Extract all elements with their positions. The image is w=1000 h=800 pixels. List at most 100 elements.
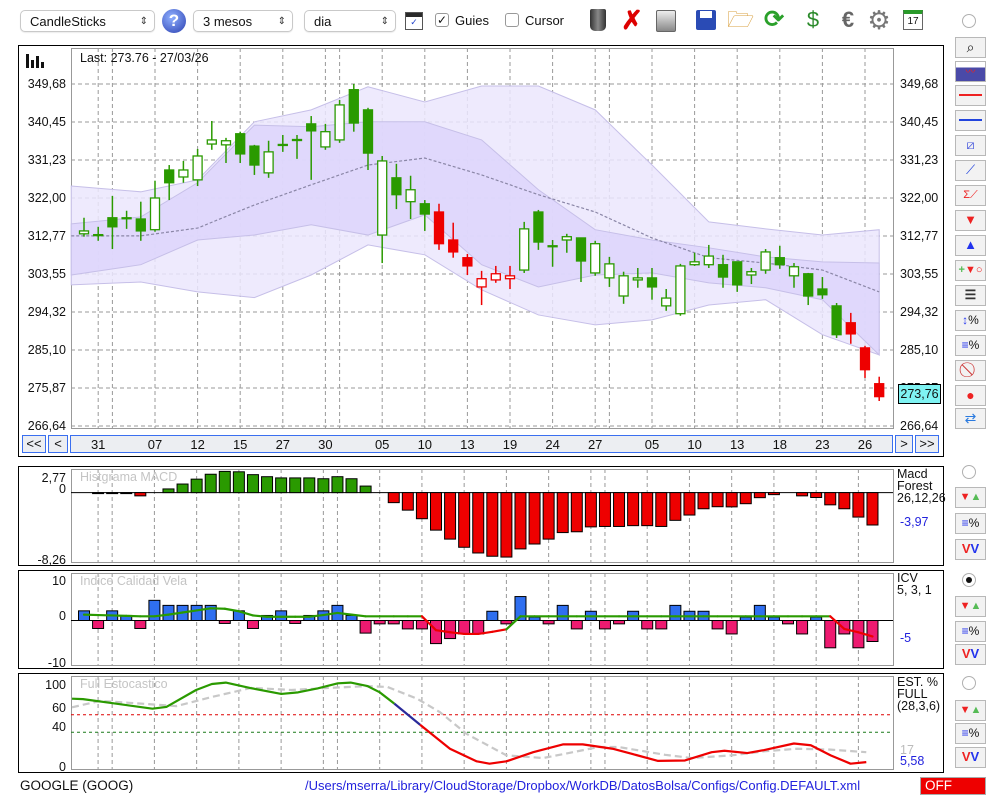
settings-gear-icon[interactable]: ⚙ <box>866 7 892 33</box>
y-axis-label-right: 340,45 <box>900 115 939 129</box>
y-axis-label-left: 275,87 <box>27 380 66 395</box>
sum-trendline-button[interactable]: Σ⟋ <box>955 185 986 206</box>
stochastic-plot-area[interactable] <box>71 676 894 770</box>
guies-label: Guies <box>455 13 489 28</box>
macd-radio[interactable] <box>962 465 976 479</box>
macd-y-zero: 0 <box>59 482 66 496</box>
icv-params: 5, 3, 1 <box>897 583 932 597</box>
calendar-icon[interactable]: 17 <box>900 7 926 33</box>
blue-line-icon <box>959 119 982 121</box>
stoch-y-40: 40 <box>52 720 66 734</box>
sync-button[interactable]: ⇄ <box>955 408 986 429</box>
stoch-legend: EST. % FULL (28,3,6) <box>897 676 940 713</box>
nav-last-button[interactable]: >> <box>915 435 939 453</box>
channel-button[interactable]: ⧄ <box>955 135 986 156</box>
stoch-last-value: 5,58 <box>900 754 925 768</box>
arrow-down-icon: ▼ <box>964 212 977 227</box>
y-axis-label-left: 349,68 <box>27 77 66 91</box>
v-curve-icon: VV <box>961 541 980 556</box>
date-label: 18 <box>772 437 788 452</box>
y-axis-label-right: 303,55 <box>900 266 939 281</box>
config-path-link[interactable]: /Users/mserra/Library/CloudStorage/Dropb… <box>305 778 860 793</box>
down-up-arrows-icon: ▼▲ <box>959 704 982 716</box>
stochastic-radio[interactable] <box>962 676 976 690</box>
macd-last-value: -3,97 <box>900 515 929 529</box>
macd-title: Histgrama MACD <box>80 470 178 484</box>
record-button[interactable]: ● <box>955 385 986 406</box>
v-curve-icon: VV <box>961 646 980 661</box>
date-label: 31 <box>90 437 106 452</box>
last-price-label: Last: 273.76 - 27/03/26 <box>80 51 209 65</box>
icv-lines-percent-button[interactable]: ≡% <box>955 621 986 642</box>
date-label: 05 <box>374 437 390 452</box>
date-label: 15 <box>232 437 248 452</box>
icv-y-min: -10 <box>47 656 66 670</box>
icv-legend: ICV 5, 3, 1 <box>897 572 932 597</box>
chart-window-icon[interactable]: ✓ <box>405 12 423 30</box>
stoch-y-0: 0 <box>59 760 66 774</box>
y-axis-label-right: 331,23 <box>900 152 939 167</box>
open-folder-icon[interactable]: 🗁 <box>727 7 754 33</box>
y-axis-label-left: 303,55 <box>27 266 66 281</box>
help-icon[interactable]: ? <box>162 9 186 33</box>
stochastic-title: Full Estocastico <box>80 677 168 691</box>
y-axis-label-right: 322,00 <box>900 190 939 205</box>
icv-curve-button[interactable]: VV <box>955 644 986 665</box>
stoch-lines-percent-button[interactable]: ≡% <box>955 723 986 744</box>
range-percent-icon: ↕% <box>962 313 979 327</box>
icv-plot-area[interactable] <box>71 573 894 666</box>
trash-icon[interactable] <box>585 7 611 33</box>
volume-chart-button[interactable]: 〰 <box>955 61 986 82</box>
down-up-arrows-icon: ▼▲ <box>959 491 982 503</box>
macd-plot-area[interactable] <box>71 469 894 563</box>
lines-percent-button[interactable]: ≡% <box>955 335 986 356</box>
stoch-signals-button[interactable]: ▼▲ <box>955 700 986 721</box>
main-chart-radio[interactable] <box>962 14 976 28</box>
chart-type-select[interactable]: CandleSticks ⇕ <box>20 10 155 32</box>
lines-percent-icon: ≡% <box>961 726 980 740</box>
date-label: 13 <box>729 437 745 452</box>
sync-icon: ⇄ <box>964 410 977 426</box>
refresh-icon[interactable]: ⟳ <box>761 7 787 33</box>
icv-signals-button[interactable]: ▼▲ <box>955 596 986 617</box>
cursor-checkbox[interactable] <box>505 13 519 27</box>
bar-chart-icon[interactable] <box>26 52 48 68</box>
red-line-button[interactable] <box>955 85 986 106</box>
nav-prev-button[interactable]: < <box>48 435 68 453</box>
nav-first-button[interactable]: << <box>22 435 46 453</box>
blue-line-button[interactable] <box>955 110 986 131</box>
update-data-icon[interactable]: $ <box>800 7 826 33</box>
icv-radio[interactable] <box>962 573 976 587</box>
save-icon[interactable] <box>693 7 719 33</box>
period-select[interactable]: 3 mesos ⇕ <box>193 10 293 32</box>
sum-trendline-icon: Σ⟋ <box>963 189 978 201</box>
add-signal-button[interactable]: +▼○ <box>955 260 986 281</box>
red-line-icon <box>959 94 982 96</box>
interval-select[interactable]: dia ⇕ <box>304 10 396 32</box>
interval-value: dia <box>314 14 332 29</box>
grid-lines-button[interactable]: ☰ <box>955 285 986 306</box>
range-percent-button[interactable]: ↕% <box>955 310 986 331</box>
delete-icon[interactable]: ✗ <box>619 7 645 33</box>
macd-curve-button[interactable]: VV <box>955 539 986 560</box>
main-plot-area[interactable] <box>71 48 894 429</box>
macd-signals-button[interactable]: ▼▲ <box>955 487 986 508</box>
date-label: 23 <box>815 437 830 452</box>
y-axis-label-left: 285,10 <box>27 342 66 357</box>
date-label: 12 <box>190 437 205 452</box>
trendline-button[interactable]: ⟋ <box>955 160 986 181</box>
stoch-curve-button[interactable]: VV <box>955 747 986 768</box>
device-icon[interactable] <box>653 7 679 33</box>
zoom-search-button[interactable]: ⌕ <box>955 37 986 58</box>
sell-signal-button[interactable]: ▼ <box>955 210 986 231</box>
date-label: 30 <box>318 437 333 452</box>
y-axis-label-right: 266,64 <box>900 418 939 433</box>
nav-next-button[interactable]: > <box>895 435 913 453</box>
channel-icon: ⧄ <box>966 137 975 152</box>
euro-icon[interactable]: € <box>835 7 861 33</box>
guies-checkbox[interactable]: ✓ <box>435 13 449 27</box>
buy-signal-button[interactable]: ▲ <box>955 235 986 256</box>
status-off-button[interactable]: OFF <box>920 777 986 795</box>
macd-lines-percent-button[interactable]: ≡% <box>955 513 986 534</box>
clear-button[interactable]: ⃠ <box>955 360 986 381</box>
